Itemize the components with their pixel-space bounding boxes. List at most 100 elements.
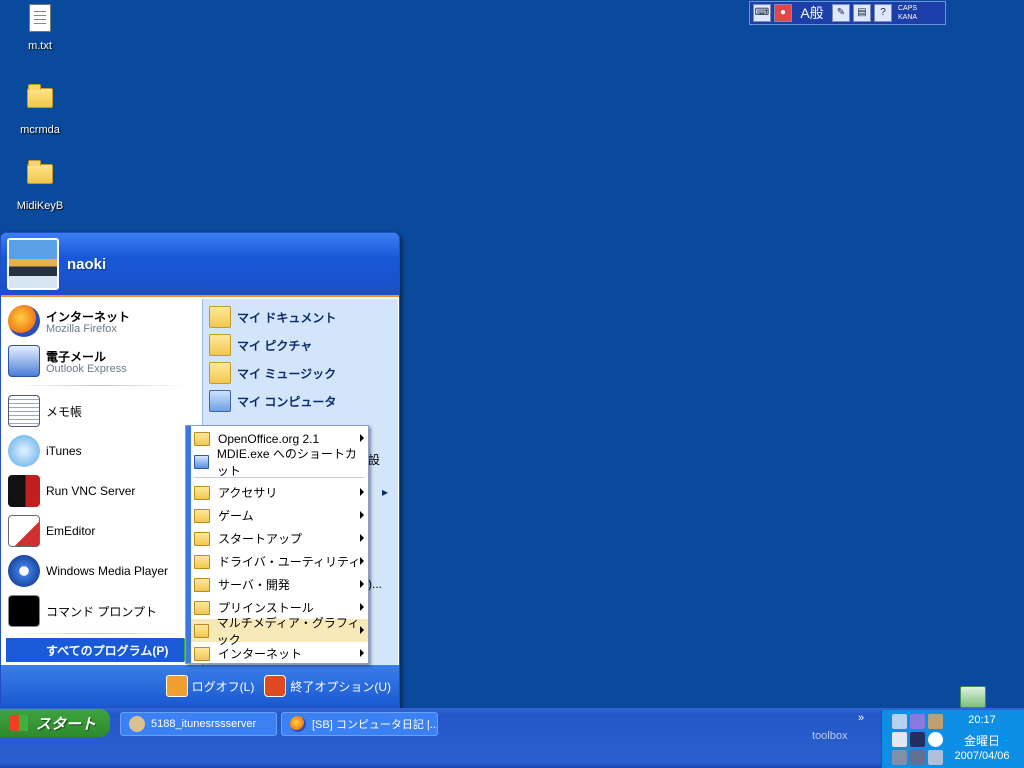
monitor-icon[interactable] [910, 750, 925, 765]
submenu-item-accessories[interactable]: アクセサリ [191, 481, 368, 504]
shortcut-icon [194, 454, 209, 469]
wireless-icon[interactable] [892, 732, 907, 747]
task-label: [SB] コンピュータ日記 |... [312, 719, 438, 731]
ime-pad-icon[interactable]: ▤ [853, 4, 871, 22]
avatar[interactable] [7, 238, 59, 290]
ime-tools-icon[interactable]: ✎ [832, 4, 850, 22]
pinned-item-subtitle: Mozilla Firefox [46, 322, 117, 335]
desktop-icon-label: mcrmda [20, 124, 60, 136]
users-icon[interactable] [928, 714, 943, 729]
chevron-right-icon [360, 511, 364, 519]
submenu-item-label: サーバ・開発 [218, 578, 290, 592]
volume-icon[interactable] [892, 750, 907, 765]
submenu-item-label: インターネット [218, 647, 303, 661]
status-icon[interactable] [910, 732, 925, 747]
submenu-item-multimedia-graphics[interactable]: マルチメディア・グラフィック [191, 616, 368, 647]
system-tray: 20:17 金曜日 2007/04/06 [881, 710, 1024, 768]
recent-item-command-prompt[interactable]: コマンド プロンプト [8, 593, 157, 629]
chevron-right-icon [360, 649, 364, 657]
submenu-item-mdie-shortcut[interactable]: MDIE.exe へのショートカット [191, 447, 368, 478]
submenu-item-server-dev[interactable]: サーバ・開発 [191, 573, 368, 596]
clock-date[interactable]: 2007/04/06 [942, 750, 1022, 762]
logoff-button[interactable]: ログオフ(L) [165, 675, 255, 697]
ime-language-bar: ⌨ ● A般 ✎ ▤ ? CAPS KANA [749, 1, 946, 25]
user-name: naoki [67, 255, 107, 273]
shutdown-button[interactable]: 終了オプション(U) [264, 675, 391, 697]
chevron-right-icon [360, 534, 364, 542]
start-button[interactable]: スタート [0, 709, 110, 737]
network-icon[interactable] [892, 714, 907, 729]
desktop-icon-label: MidiKeyB [16, 200, 64, 212]
submenu-item-label: ドライバ・ユーティリティ [218, 555, 361, 569]
caps-label: CAPS [898, 5, 918, 12]
help-icon[interactable]: ? [874, 4, 892, 22]
program-group-icon [194, 431, 210, 446]
ime-input-mode[interactable]: A般 [795, 3, 829, 23]
recent-item-itunes[interactable]: iTunes [8, 433, 82, 469]
submenu-item-internet[interactable]: インターネット [191, 642, 368, 665]
folder-icon [24, 160, 56, 196]
place-my-music[interactable]: マイ ミュージック [209, 361, 336, 385]
place-label: マイ ミュージック [237, 366, 337, 381]
program-group-icon [194, 600, 210, 615]
taskbar-button-itunesrssserver[interactable]: 5188_itunesrssserver [120, 712, 277, 736]
submenu-item-label: アクセサリ [218, 486, 278, 500]
security-icon[interactable] [910, 714, 925, 729]
program-group-icon [194, 646, 210, 661]
logoff-label: ログオフ(L) [191, 679, 255, 694]
keyboard-icon[interactable]: ⌨ [753, 4, 771, 22]
hidden-place-fragment: )... [368, 577, 382, 591]
chevron-right-icon [360, 488, 364, 496]
ime-toggle-icon[interactable]: ● [774, 4, 792, 22]
start-menu-header: naoki [1, 233, 399, 297]
program-group-icon [194, 623, 209, 638]
chevron-right-icon [360, 557, 364, 565]
desktop-icon-m-txt[interactable]: m.txt [2, 4, 78, 52]
phone-icon[interactable] [928, 750, 943, 765]
programs-submenu: OpenOffice.org 2.1 MDIE.exe へのショートカット アク… [185, 425, 369, 664]
submenu-item-startup[interactable]: スタートアップ [191, 527, 368, 550]
recent-item-notepad[interactable]: メモ帳 [8, 393, 82, 429]
clock-time[interactable]: 20:17 [942, 714, 1022, 726]
recent-item-label: コマンド プロンプト [46, 604, 157, 619]
emeditor-icon [8, 515, 40, 547]
separator [194, 477, 364, 478]
media-icon[interactable] [928, 732, 943, 747]
my-documents-icon [209, 306, 231, 328]
submenu-item-driver-utility[interactable]: ドライバ・ユーティリティ [191, 550, 368, 573]
place-my-documents[interactable]: マイ ドキュメント [209, 305, 336, 329]
chevron-right-icon [360, 626, 364, 634]
submenu-item-games[interactable]: ゲーム [191, 504, 368, 527]
my-music-icon [209, 362, 231, 384]
pinned-item-internet[interactable]: インターネット Mozilla Firefox [8, 303, 130, 339]
recent-item-emeditor[interactable]: EmEditor [8, 513, 95, 549]
program-group-icon [194, 531, 210, 546]
power-icon [264, 675, 287, 697]
submenu-item-label: OpenOffice.org 2.1 [218, 431, 320, 446]
place-my-computer[interactable]: マイ コンピュータ [209, 389, 336, 413]
taskbar-button-firefox[interactable]: [SB] コンピュータ日記 |... [281, 712, 438, 736]
recent-item-label: EmEditor [46, 524, 96, 538]
clock-day[interactable]: 金曜日 [942, 732, 1022, 749]
desktop-icon-mcrmda[interactable]: mcrmda [2, 80, 78, 136]
toolbar-chevron-icon[interactable]: » [858, 712, 864, 724]
separator [12, 633, 188, 634]
recycle-bin-icon[interactable] [960, 686, 986, 708]
text-file-icon [24, 4, 56, 36]
folder-icon [24, 84, 56, 120]
recent-item-media-player[interactable]: Windows Media Player [8, 553, 168, 589]
place-my-pictures[interactable]: マイ ピクチャ [209, 333, 312, 357]
recent-item-vnc[interactable]: Run VNC Server [8, 473, 135, 509]
submenu-item-label: ゲーム [218, 509, 254, 523]
task-label: 5188_itunesrssserver [151, 718, 257, 730]
hidden-place-fragment: 設 [368, 453, 381, 467]
toolbox-label[interactable]: toolbox [812, 730, 847, 742]
shutdown-label: 終了オプション(U) [290, 679, 391, 694]
desktop-icon-label: m.txt [28, 40, 52, 52]
all-programs-button[interactable]: すべてのプログラム(P) [6, 638, 184, 662]
program-group-icon [194, 577, 210, 592]
desktop-icon-midikeyb[interactable]: MidiKeyB [2, 156, 78, 212]
pinned-item-email[interactable]: 電子メール Outlook Express [8, 343, 127, 379]
outlook-express-icon [8, 345, 40, 377]
media-player-icon [8, 555, 40, 587]
